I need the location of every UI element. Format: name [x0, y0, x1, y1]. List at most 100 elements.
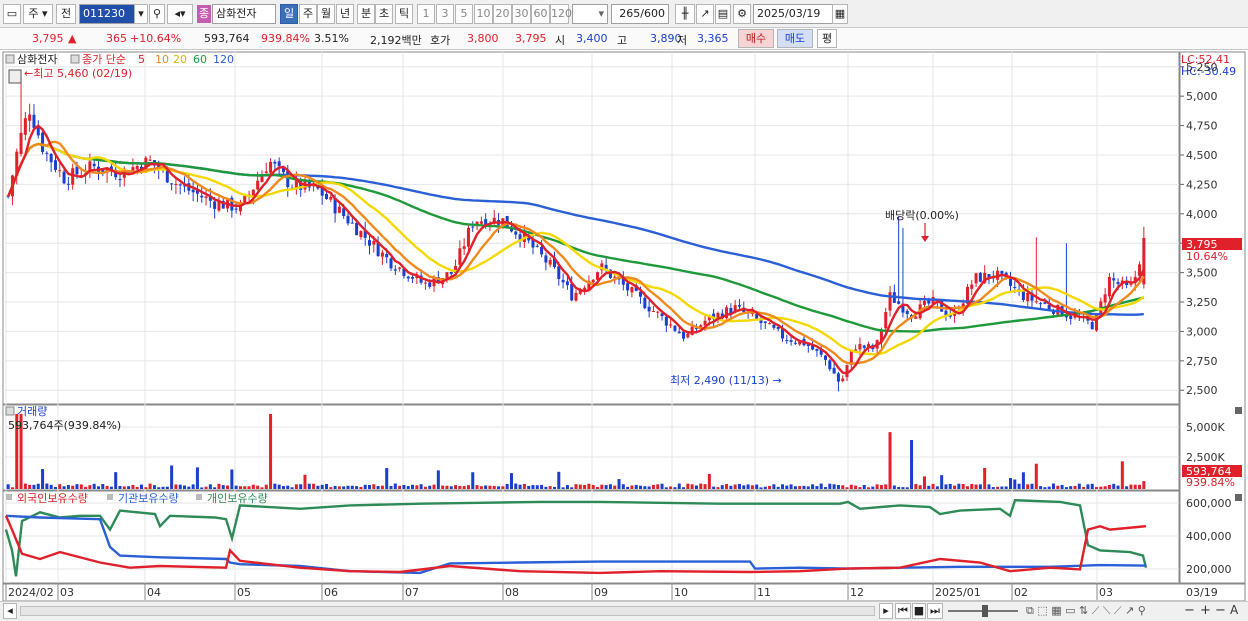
- period-tab-0[interactable]: 일: [280, 4, 298, 24]
- date-field[interactable]: 2025/03/19: [753, 4, 835, 24]
- scroll-track[interactable]: [20, 606, 875, 616]
- candle-body: [385, 254, 389, 258]
- zoom-slider-handle[interactable]: [982, 605, 988, 617]
- interval-button-120[interactable]: 120: [550, 4, 572, 24]
- volume-bar: [858, 487, 862, 489]
- shrink-icon[interactable]: −: [1215, 603, 1226, 618]
- x-tick-label: 07: [405, 586, 419, 599]
- volume-bar: [793, 486, 797, 489]
- sell-button[interactable]: 매도: [777, 29, 813, 48]
- code-dropdown-icon[interactable]: ▾: [134, 4, 148, 24]
- volume-bar: [720, 485, 724, 489]
- volume-bar: [1095, 487, 1099, 489]
- toolbar-tools-icons[interactable]: ⧉ ⬚ ▦ ▭ ⇅ ⟋ ⟍ ⟋ ↗ ⚲: [1026, 604, 1146, 618]
- stop-icon[interactable]: ■: [912, 603, 926, 619]
- volume-bar: [656, 484, 660, 489]
- volume-bar: [140, 484, 144, 489]
- draw-tool-icon[interactable]: ↗: [696, 4, 714, 24]
- holdings-close-icon[interactable]: [1235, 494, 1242, 501]
- volume-ratio: 939.84%: [261, 32, 310, 45]
- candle-type-icon[interactable]: ╫: [675, 4, 695, 24]
- volume-bar: [213, 487, 217, 489]
- gear-icon[interactable]: ⚙: [733, 4, 751, 24]
- candle-body: [793, 342, 797, 344]
- zoom-in-icon[interactable]: +: [1200, 603, 1211, 618]
- candle-body: [389, 258, 393, 269]
- count-field[interactable]: 265/600: [611, 4, 669, 24]
- chart-area[interactable]: 삼화전자 종가 단순 5 10 20 60 120 ←최고 5,460 (02/…: [0, 51, 1248, 603]
- volume-bar: [1133, 484, 1137, 489]
- interval-button-3[interactable]: 3: [436, 4, 454, 24]
- scroll-left-icon[interactable]: ◂: [3, 603, 17, 619]
- candle-body: [45, 152, 49, 154]
- candle-body: [234, 208, 238, 210]
- volume-bar: [281, 486, 285, 489]
- candle-body: [591, 279, 595, 283]
- first-page-icon[interactable]: ⏮: [895, 603, 911, 619]
- prev-button[interactable]: 전: [56, 4, 76, 24]
- volume-bar: [940, 475, 944, 489]
- x-tick-label: 2024/02: [8, 586, 54, 599]
- interval-button-60[interactable]: 60: [531, 4, 550, 24]
- volume-bar: [832, 484, 836, 489]
- period-tab-5[interactable]: 초: [375, 4, 393, 24]
- volume: 593,764: [204, 32, 250, 45]
- window-menu-icon[interactable]: ▭: [3, 4, 21, 24]
- volume-bar: [174, 484, 178, 489]
- last-page-icon[interactable]: ⏭: [927, 603, 943, 619]
- text-tool-icon[interactable]: A: [1230, 603, 1238, 617]
- dividend-annotation: 배당락(0.00%): [885, 209, 959, 222]
- blank-select[interactable]: ▾: [572, 4, 608, 24]
- volume-bar: [230, 469, 234, 489]
- save-icon[interactable]: ▤: [715, 4, 731, 24]
- volume-bar: [824, 487, 828, 489]
- bottom-scroll-bar: ◂ ▸ ⏮ ■ ⏭ ⧉ ⬚ ▦ ▭ ⇅ ⟋ ⟍ ⟋ ↗ ⚲ − + − A: [0, 601, 1248, 621]
- stock-name-field[interactable]: 삼화전자: [212, 4, 276, 24]
- volume-close-icon[interactable]: [1235, 407, 1242, 414]
- search-icon[interactable]: ⚲: [149, 4, 165, 24]
- period-tab-4[interactable]: 분: [357, 4, 375, 24]
- volume-bar: [746, 484, 750, 489]
- interval-button-10[interactable]: 10: [474, 4, 493, 24]
- candle-body: [574, 292, 578, 301]
- period-tab-2[interactable]: 월: [317, 4, 335, 24]
- period-tab-1[interactable]: 주: [299, 4, 317, 24]
- code-input[interactable]: 011230: [79, 4, 137, 24]
- volume-bar: [303, 474, 307, 489]
- period-tab-3[interactable]: 년: [336, 4, 354, 24]
- buy-button[interactable]: 매수: [738, 29, 774, 48]
- volume-bar: [948, 483, 952, 489]
- volume-bar: [66, 485, 70, 489]
- volume-bar: [6, 484, 10, 489]
- scroll-right-icon[interactable]: ▸: [879, 603, 893, 619]
- type-select[interactable]: 주 ▾: [23, 4, 53, 24]
- candle-body: [763, 321, 767, 324]
- calendar-icon[interactable]: ▦: [832, 4, 848, 24]
- candle-body: [978, 272, 982, 282]
- eval-button[interactable]: 평: [817, 29, 837, 48]
- interval-button-20[interactable]: 20: [493, 4, 512, 24]
- candle-body: [669, 324, 673, 326]
- zoom-out-icon[interactable]: −: [1184, 603, 1195, 618]
- volume-bar: [1026, 484, 1030, 489]
- interval-button-1[interactable]: 1: [417, 4, 435, 24]
- candle-body: [264, 171, 268, 174]
- volume-bar: [1138, 484, 1142, 489]
- volume-bar: [372, 484, 376, 489]
- volume-bar: [269, 413, 273, 489]
- speaker-icon[interactable]: ◂▾: [167, 4, 193, 24]
- legend-individual: 개인보유수량: [207, 492, 268, 505]
- volume-bar: [617, 479, 621, 489]
- calendar-small-icon[interactable]: [8, 69, 22, 84]
- period-tab-6[interactable]: 틱: [395, 4, 413, 24]
- candle-body: [342, 208, 346, 216]
- candle-body: [359, 231, 363, 238]
- interval-button-5[interactable]: 5: [455, 4, 473, 24]
- volume-bar: [479, 486, 483, 489]
- price-pane: [2, 51, 1180, 405]
- volume-bar: [346, 485, 350, 489]
- interval-button-30[interactable]: 30: [512, 4, 531, 24]
- volume-bar: [750, 485, 754, 489]
- volume-bar: [45, 483, 49, 489]
- legend-stock-name: 삼화전자: [17, 53, 57, 66]
